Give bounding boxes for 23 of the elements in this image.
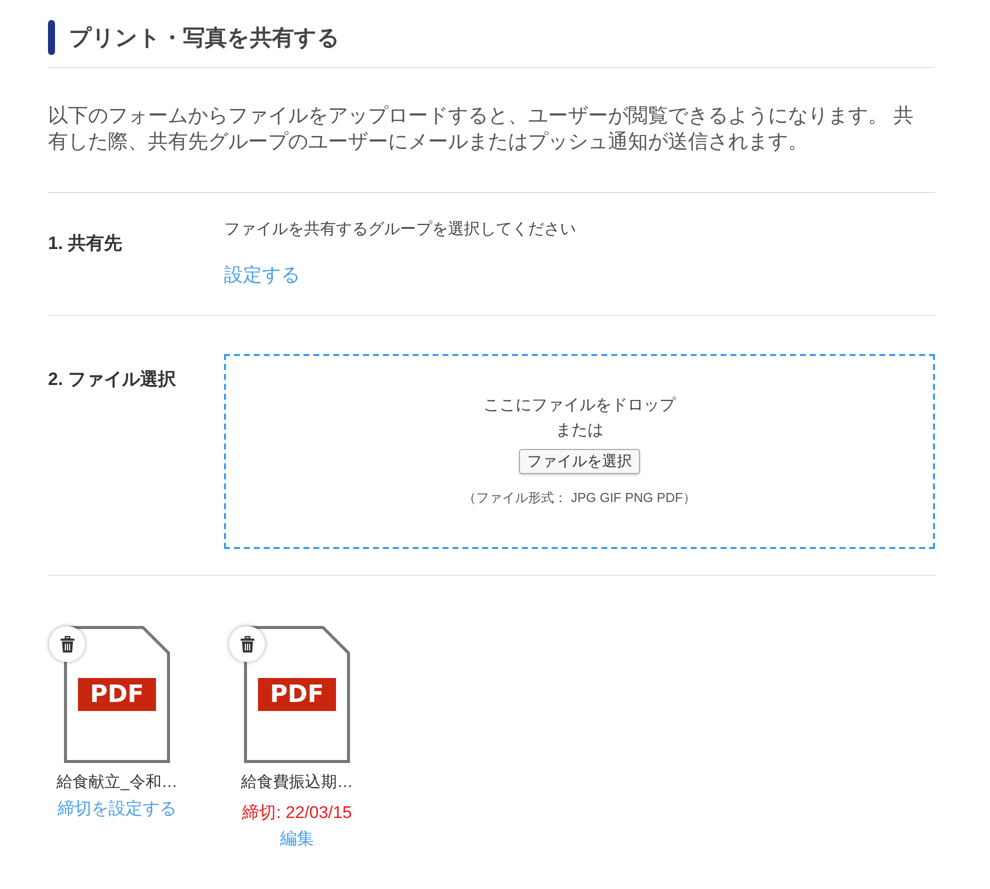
page-title: プリント・写真を共有する [69,24,340,52]
trash-icon [240,636,254,652]
file-name-text: 給食献立_令和… [56,773,178,793]
or-text: または [556,421,604,441]
set-deadline-link[interactable]: 締切を設定する [58,796,176,822]
instruction-text: ファイルを共有するグループを選択してください [224,220,577,240]
delete-button[interactable] [229,626,265,662]
file-type-label: PDF [258,678,336,711]
description-text: 以下のフォームからファイルをアップロードすると、ユーザーが閲覧できるようになります。 共有した際、共有先グループのユーザーにメールまたはプッシュ通知が送信されます。 [48,104,915,155]
edit-link[interactable]: 編集 [280,826,314,852]
file-type-label: PDF [78,678,156,711]
choose-file-button[interactable]: ファイルを選択 [519,449,640,474]
set-group-link[interactable]: 設定する [224,263,300,289]
file-drop-zone[interactable]: ここにファイルをドロップ または ファイルを選択 （ファイル形式： JPG GIF PNG PDF） [224,354,935,549]
trash-icon [60,636,74,652]
heading-accent-bar [48,20,55,55]
deadline-text: 締切: 22/03/15 [242,802,352,824]
file-format-text: （ファイル形式： JPG GIF PNG PDF） [463,489,696,507]
delete-button[interactable] [49,626,85,662]
file-name-text: 給食費振込期… [241,773,353,793]
section-label: 1. 共有先 [48,232,124,255]
section-label: 2. ファイル選択 [48,368,178,391]
drop-hint-text: ここにファイルをドロップ [484,396,676,416]
